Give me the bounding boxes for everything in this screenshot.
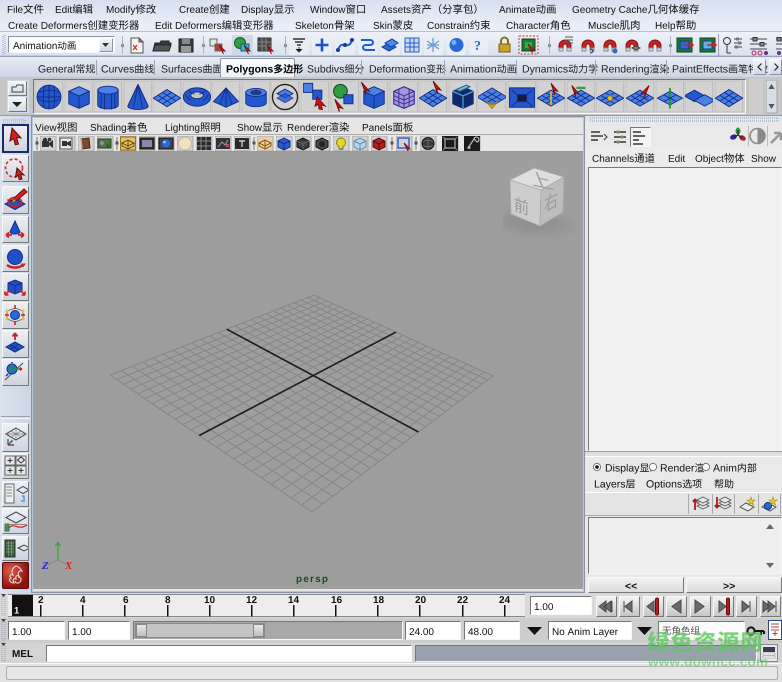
svg-text:?: ? xyxy=(474,39,481,54)
svg-text:Z: Z xyxy=(41,560,49,571)
svg-text:X: X xyxy=(64,560,73,571)
